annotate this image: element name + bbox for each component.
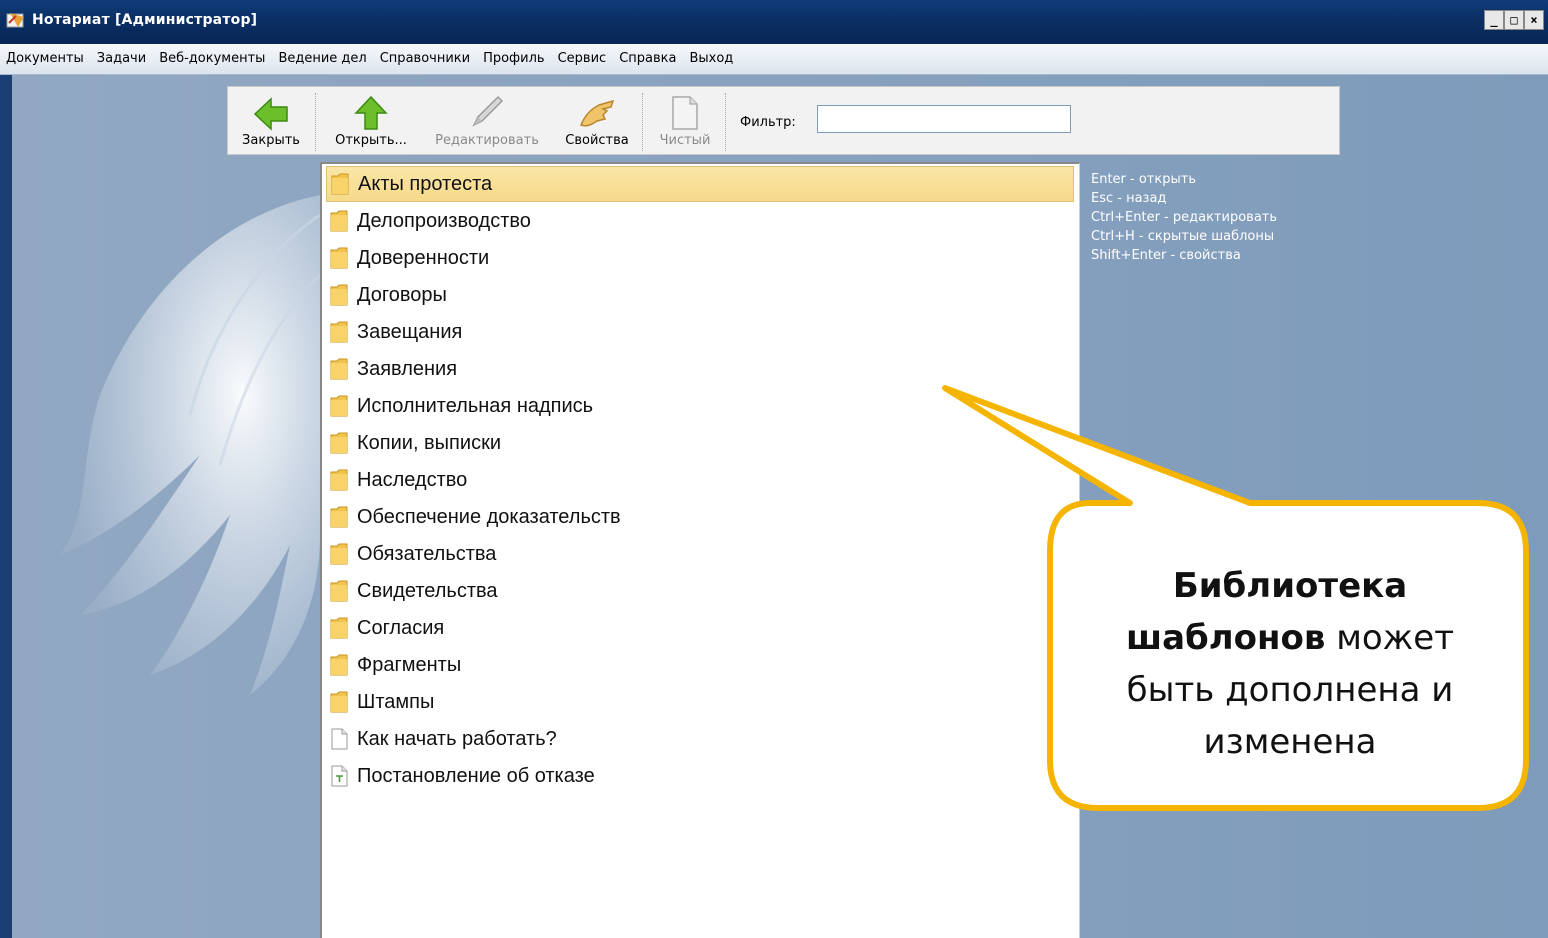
callout-bold-word2: шаблонов xyxy=(1125,618,1326,658)
callout-text: Библиотека шаблонов может быть дополнена… xyxy=(1062,560,1518,768)
callout-line3: быть дополнена и xyxy=(1126,670,1454,710)
callout-bubble xyxy=(942,385,1529,811)
callout-rest-line2: может xyxy=(1325,618,1455,658)
callout-line4: изменена xyxy=(1203,722,1377,762)
callout-bold-line1: Библиотека xyxy=(1172,566,1408,606)
